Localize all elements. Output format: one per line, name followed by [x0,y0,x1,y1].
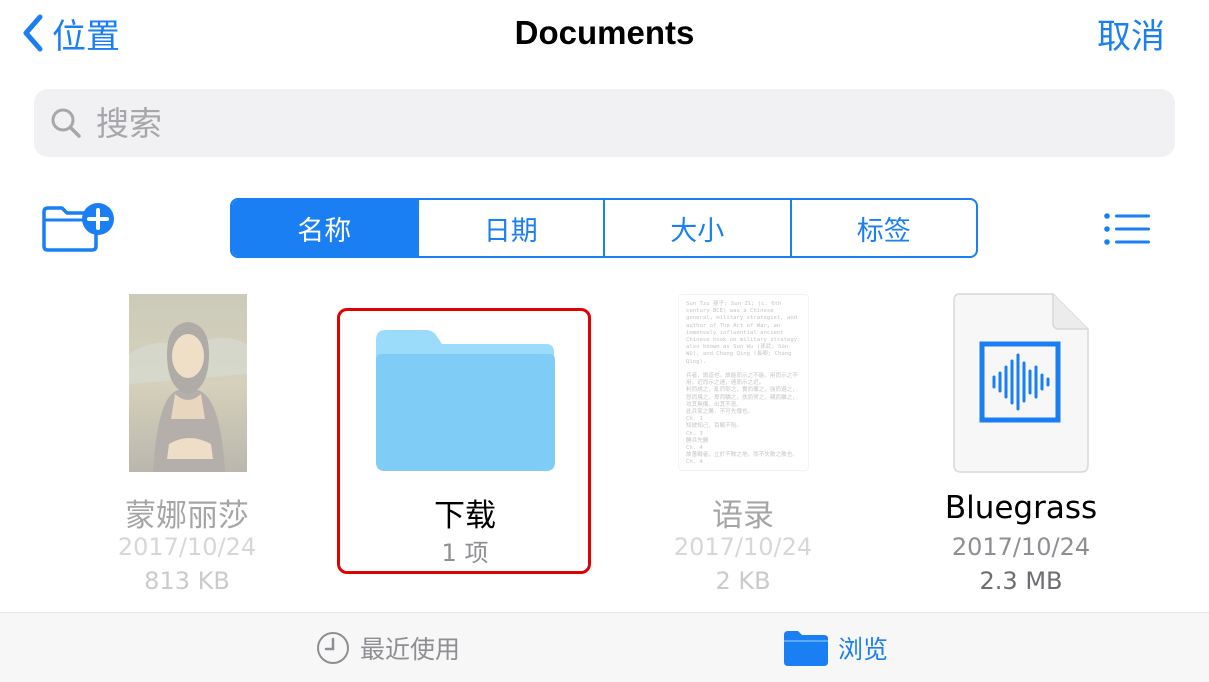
search-input[interactable] [94,102,998,144]
file-item-mona-lisa[interactable]: 蒙娜丽莎 2017/10/24 813 KB [48,290,326,600]
list-view-button[interactable] [1104,213,1150,249]
folder-name: 下载 [434,498,496,534]
mona-lisa-thumbnail [129,294,247,472]
audio-file-icon [953,293,1089,473]
folder-tab-icon [784,630,828,666]
folder-icon [376,330,555,471]
sort-by-tags-segment[interactable]: 标签 [789,200,977,256]
cancel-button[interactable]: 取消 [1097,10,1165,57]
clock-icon [317,631,349,664]
search-icon [51,108,81,138]
sort-by-name-segment[interactable]: 名称 [232,200,417,256]
list-view-icon [1104,213,1150,245]
file-size: 2.3 MB [979,567,1063,595]
file-item-bluegrass[interactable]: Bluegrass 2017/10/24 2.3 MB [882,290,1160,600]
file-name: 语录 [712,498,774,534]
tab-recents-label: 最近使用 [360,634,461,664]
tab-browse[interactable]: 浏览 [784,613,888,682]
folder-item-downloads[interactable]: 下载 1 项 [326,290,604,600]
file-size: 813 KB [144,567,230,595]
file-name: 蒙娜丽莎 [125,498,249,534]
folder-item-count: 1 项 [441,539,489,567]
sort-by-date-segment[interactable]: 日期 [416,200,604,256]
search-bar [34,89,1175,157]
file-date: 2017/10/24 [117,533,257,561]
file-grid: 蒙娜丽莎 2017/10/24 813 KB 下载 1 项 语录 2017/10… [0,290,1209,600]
navigation-bar: 位置 Documents 取消 [0,0,1209,75]
sort-segmented-control: 名称 日期 大小 标签 [230,198,978,258]
page-title: Documents [514,14,695,51]
file-name: Bluegrass [944,490,1098,526]
tab-bar: 最近使用 浏览 [0,612,1209,682]
tab-browse-label: 浏览 [838,634,889,664]
file-size: 2 KB [715,567,771,595]
new-folder-icon [42,203,114,252]
sort-by-size-segment[interactable]: 大小 [603,200,790,256]
file-date: 2017/10/24 [673,533,813,561]
file-date: 2017/10/24 [951,533,1091,561]
tab-recents[interactable]: 最近使用 [316,613,460,682]
text-preview-thumbnail: Sun Tzu 孫子; Sun Zǐ; (c. 6th century BCE)… [678,294,809,471]
new-folder-button[interactable] [40,202,116,258]
